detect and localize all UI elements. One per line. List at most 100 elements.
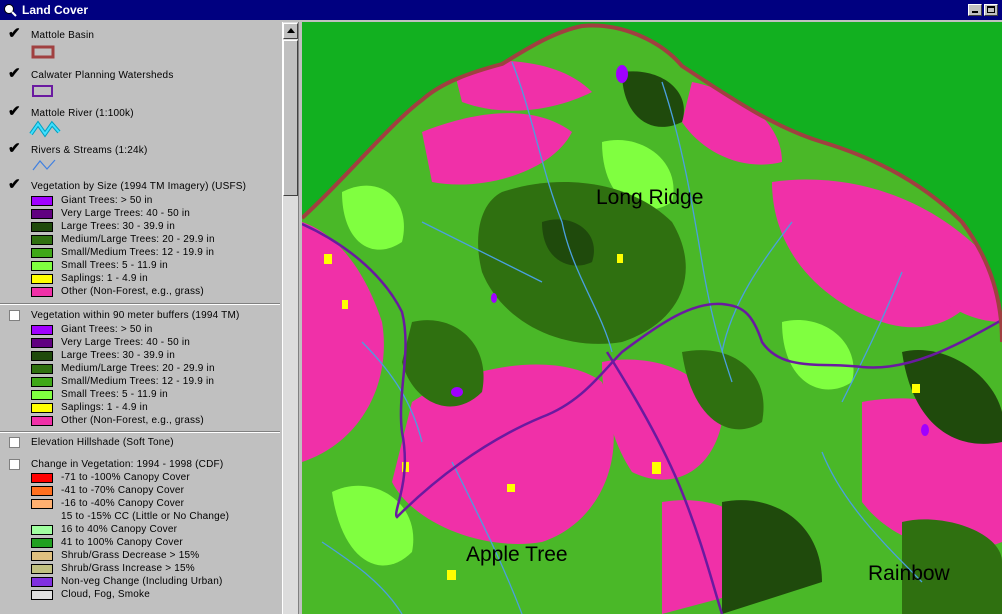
layer-visibility-checkbox[interactable]: ✔ bbox=[8, 177, 21, 192]
arrow-up-icon bbox=[287, 28, 295, 33]
window-title-bar[interactable]: Land Cover bbox=[0, 0, 1002, 22]
class-label: 41 to 100% Canopy Cover bbox=[61, 537, 183, 548]
land-cover-map[interactable] bbox=[302, 22, 1002, 614]
class-swatch bbox=[31, 403, 53, 413]
checkmark-icon: ✔ bbox=[8, 65, 21, 82]
layer-name: Calwater Planning Watersheds bbox=[31, 70, 174, 81]
class-swatch bbox=[31, 338, 53, 348]
place-label-long-ridge: Long Ridge bbox=[596, 186, 704, 209]
class-swatch bbox=[31, 416, 53, 426]
class-swatch bbox=[31, 486, 53, 496]
legend-divider bbox=[0, 431, 280, 433]
class-swatch bbox=[31, 551, 53, 561]
scroll-thumb[interactable] bbox=[283, 40, 298, 196]
class-label: Saplings: 1 - 4.9 in bbox=[61, 402, 148, 413]
layer-name: Vegetation by Size (1994 TM Imagery) (US… bbox=[31, 181, 247, 192]
layer-name: Mattole River (1:100k) bbox=[31, 108, 134, 119]
watershed-boundary-symbol bbox=[32, 85, 53, 97]
scroll-up-button[interactable] bbox=[283, 23, 298, 39]
layer-mattole-basin[interactable]: ✔ Mattole Basin bbox=[0, 26, 280, 64]
class-label: Medium/Large Trees: 20 - 29.9 in bbox=[61, 363, 215, 374]
class-label: Giant Trees: > 50 in bbox=[61, 195, 153, 206]
layer-visibility-checkbox[interactable] bbox=[9, 437, 20, 448]
layer-change-in-vegetation[interactable]: Change in Vegetation: 1994 - 1998 (CDF) … bbox=[0, 457, 280, 612]
legend-scrollbar[interactable] bbox=[282, 22, 298, 614]
class-swatch bbox=[31, 564, 53, 574]
layer-visibility-checkbox[interactable]: ✔ bbox=[8, 141, 21, 156]
class-swatch bbox=[31, 538, 53, 548]
class-label: Medium/Large Trees: 20 - 29.9 in bbox=[61, 234, 215, 245]
map-view[interactable]: Long Ridge Apple Tree Rainbow bbox=[302, 22, 1002, 614]
class-label: Cloud, Fog, Smoke bbox=[61, 589, 150, 600]
class-label: Non-veg Change (Including Urban) bbox=[61, 576, 223, 587]
place-label-apple-tree: Apple Tree bbox=[466, 543, 568, 566]
class-swatch bbox=[31, 577, 53, 587]
class-label: Giant Trees: > 50 in bbox=[61, 324, 153, 335]
river-symbol bbox=[29, 120, 61, 138]
class-label: Small Trees: 5 - 11.9 in bbox=[61, 260, 168, 271]
class-swatch bbox=[31, 209, 53, 219]
layer-name: Mattole Basin bbox=[31, 30, 95, 41]
maximize-icon bbox=[987, 6, 995, 13]
class-label: Small/Medium Trees: 12 - 19.9 in bbox=[61, 376, 215, 387]
layer-mattole-river[interactable]: ✔ Mattole River (1:100k) bbox=[0, 104, 280, 140]
class-swatch bbox=[31, 196, 53, 206]
layer-rivers-streams[interactable]: ✔ Rivers & Streams (1:24k) bbox=[0, 141, 280, 177]
class-label: Other (Non-Forest, e.g., grass) bbox=[61, 415, 204, 426]
place-label-rainbow: Rainbow bbox=[868, 562, 950, 585]
minimize-icon bbox=[972, 11, 978, 13]
class-label: 15 to -15% CC (Little or No Change) bbox=[61, 511, 230, 522]
class-swatch bbox=[31, 590, 53, 600]
class-swatch bbox=[31, 364, 53, 374]
checkmark-icon: ✔ bbox=[8, 25, 21, 42]
layer-vegetation-buffers[interactable]: Vegetation within 90 meter buffers (1994… bbox=[0, 308, 280, 430]
class-swatch bbox=[31, 325, 53, 335]
window-title: Land Cover bbox=[22, 3, 89, 17]
class-label: Other (Non-Forest, e.g., grass) bbox=[61, 286, 204, 297]
layer-visibility-checkbox[interactable]: ✔ bbox=[8, 26, 21, 41]
basin-boundary-symbol bbox=[31, 45, 55, 59]
class-label: Shrub/Grass Decrease > 15% bbox=[61, 550, 200, 561]
class-label: Small Trees: 5 - 11.9 in bbox=[61, 389, 168, 400]
class-label: -71 to -100% Canopy Cover bbox=[61, 472, 190, 483]
layer-name: Rivers & Streams (1:24k) bbox=[31, 145, 148, 156]
checkmark-icon: ✔ bbox=[8, 140, 21, 157]
layer-name: Vegetation within 90 meter buffers (1994… bbox=[31, 310, 240, 321]
layer-name: Change in Vegetation: 1994 - 1998 (CDF) bbox=[31, 459, 224, 470]
layer-vegetation-by-size[interactable]: ✔ Vegetation by Size (1994 TM Imagery) (… bbox=[0, 177, 280, 301]
class-swatch bbox=[31, 235, 53, 245]
layer-visibility-checkbox[interactable]: ✔ bbox=[8, 104, 21, 119]
legend-divider bbox=[0, 303, 280, 305]
class-label: -41 to -70% Canopy Cover bbox=[61, 485, 185, 496]
stream-symbol bbox=[32, 159, 56, 171]
minimize-button[interactable] bbox=[968, 4, 982, 16]
checkmark-icon: ✔ bbox=[8, 103, 21, 120]
class-swatch bbox=[31, 248, 53, 258]
class-label: Large Trees: 30 - 39.9 in bbox=[61, 350, 175, 361]
class-swatch bbox=[31, 499, 53, 509]
layer-visibility-checkbox[interactable] bbox=[9, 459, 20, 470]
class-label: Small/Medium Trees: 12 - 19.9 in bbox=[61, 247, 215, 258]
layer-calwater-watersheds[interactable]: ✔ Calwater Planning Watersheds bbox=[0, 66, 280, 102]
class-swatch bbox=[31, 377, 53, 387]
class-swatch bbox=[31, 473, 53, 483]
class-swatch bbox=[31, 261, 53, 271]
class-label: Very Large Trees: 40 - 50 in bbox=[61, 337, 191, 348]
class-label: Very Large Trees: 40 - 50 in bbox=[61, 208, 191, 219]
app-icon bbox=[4, 4, 17, 17]
legend-panel: ✔ Mattole Basin ✔ Calwater Planning Wate… bbox=[0, 22, 282, 614]
class-label: Saplings: 1 - 4.9 in bbox=[61, 273, 148, 284]
maximize-button[interactable] bbox=[984, 4, 998, 16]
layer-visibility-checkbox[interactable]: ✔ bbox=[8, 66, 21, 81]
class-swatch bbox=[31, 512, 53, 522]
class-label: 16 to 40% Canopy Cover bbox=[61, 524, 178, 535]
class-swatch bbox=[31, 222, 53, 232]
class-label: Large Trees: 30 - 39.9 in bbox=[61, 221, 175, 232]
class-label: -16 to -40% Canopy Cover bbox=[61, 498, 185, 509]
layer-visibility-checkbox[interactable] bbox=[9, 310, 20, 321]
class-swatch bbox=[31, 390, 53, 400]
class-swatch bbox=[31, 525, 53, 535]
layer-elevation-hillshade[interactable]: Elevation Hillshade (Soft Tone) bbox=[0, 435, 280, 453]
layer-name: Elevation Hillshade (Soft Tone) bbox=[31, 437, 174, 448]
class-swatch bbox=[31, 351, 53, 361]
